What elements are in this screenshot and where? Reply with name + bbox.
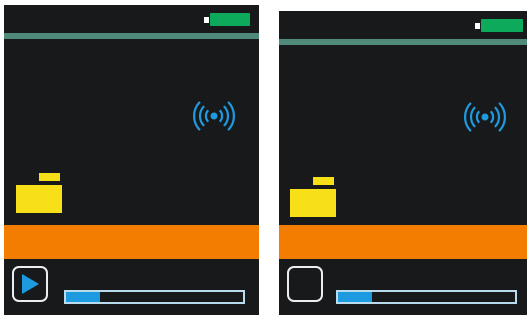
device-screen-1 [4,5,259,315]
signal-arc-left-middle [469,106,476,128]
battery-icon [475,19,523,32]
status-bar [4,225,259,259]
progress-fill [338,292,372,302]
play-button[interactable] [12,266,48,302]
signal-dot [210,112,218,120]
signal-arc-right-inner [489,110,495,124]
battery-tip [204,16,209,23]
battery-tip [475,22,480,29]
progress-fill [66,292,100,302]
signal-arc-right-inner [218,109,224,123]
signal-arc-right-middle [494,106,501,128]
folder-icon[interactable] [16,173,62,213]
play-triangle [22,274,39,294]
signal-dot [481,113,489,121]
folder-icon[interactable] [290,177,336,217]
battery-level [481,19,523,32]
signal-arc-right-middle [223,105,230,127]
battery-level [210,13,250,26]
folder-tab [39,173,60,181]
signal-arc-left-middle [198,105,205,127]
progress-bar[interactable] [336,290,517,304]
header-divider [279,39,527,45]
battery-icon [204,13,250,26]
header-divider [4,33,259,39]
folder-body [290,189,336,217]
device-screens [0,0,527,315]
signal-arc-left-inner [204,109,210,123]
signal-arc-left-inner [475,110,481,124]
status-bar [279,225,527,259]
play-icon [22,274,39,294]
wireless-signal-icon [193,101,235,131]
folder-body [16,185,62,213]
device-screen-2 [279,11,527,315]
wireless-signal-icon [464,102,506,132]
folder-tab [313,177,334,185]
progress-bar[interactable] [64,290,245,304]
play-button[interactable] [287,266,323,302]
